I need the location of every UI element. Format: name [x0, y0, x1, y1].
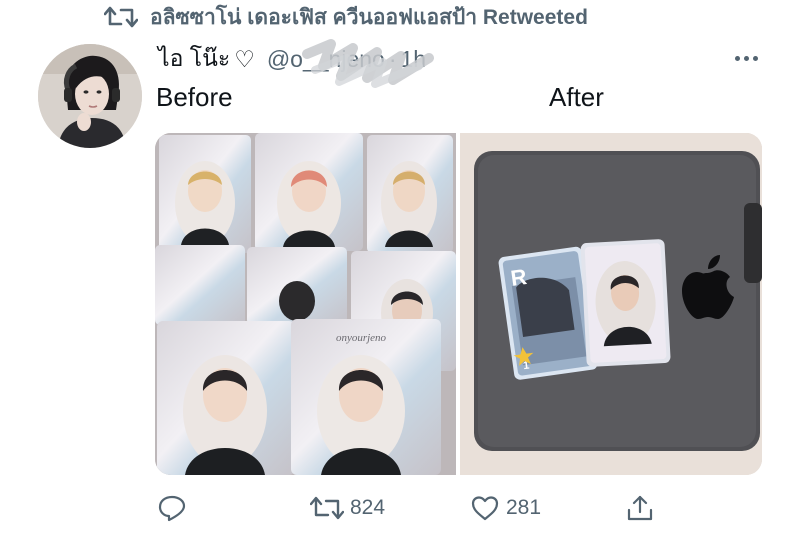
like-button[interactable]: 281	[470, 488, 541, 528]
tweet-author-line: ไอ โน๊ะ ♡ @o__njeno · 1h	[158, 38, 434, 88]
share-button[interactable]	[625, 488, 655, 528]
like-count: 281	[506, 496, 542, 519]
retweet-button[interactable]: 824	[310, 488, 385, 528]
avatar-image	[38, 44, 142, 148]
handle-time-separator: ·	[388, 45, 397, 72]
tweet-time[interactable]: 1h	[401, 46, 427, 73]
after-photo[interactable]: R 1	[460, 133, 762, 475]
before-photo[interactable]: onyourjeno	[155, 133, 456, 475]
share-icon	[627, 495, 653, 521]
tweet-text-after: After	[549, 82, 604, 112]
author-name-heart: ♡	[234, 45, 255, 72]
reply-icon	[158, 495, 186, 522]
retweet-icon	[310, 496, 344, 520]
tweet-actions: 824 281	[155, 488, 675, 528]
heart-icon	[471, 496, 499, 521]
reply-button[interactable]	[157, 488, 193, 528]
author-handle[interactable]: @o__njeno	[267, 46, 385, 73]
author-name[interactable]: ไอ โน๊ะ	[158, 41, 230, 77]
photocards-collage-image: onyourjeno	[155, 133, 456, 475]
retweet-count: 824	[350, 496, 386, 519]
more-horizontal-icon	[734, 55, 740, 61]
retweet-icon	[104, 6, 138, 28]
avatar[interactable]	[38, 44, 142, 148]
retweet-context[interactable]: อลิซซาโน่ เดอะเฟิส ควีนออฟแอสป้า Retweet…	[104, 2, 588, 32]
retweet-context-text: อลิซซาโน่ เดอะเฟิส ควีนออฟแอสป้า Retweet…	[150, 5, 588, 29]
laptop-with-cards-image: R 1	[460, 133, 762, 475]
more-options-button[interactable]	[728, 46, 764, 70]
more-horizontal-icon	[743, 55, 749, 61]
handle-wrap: @o__njeno · 1h	[267, 38, 434, 88]
tweet-media: onyourjeno R 1	[155, 133, 762, 475]
card-signature: onyourjeno	[336, 332, 387, 344]
more-horizontal-icon	[752, 55, 758, 61]
tweet-text-before: Before	[156, 82, 233, 112]
